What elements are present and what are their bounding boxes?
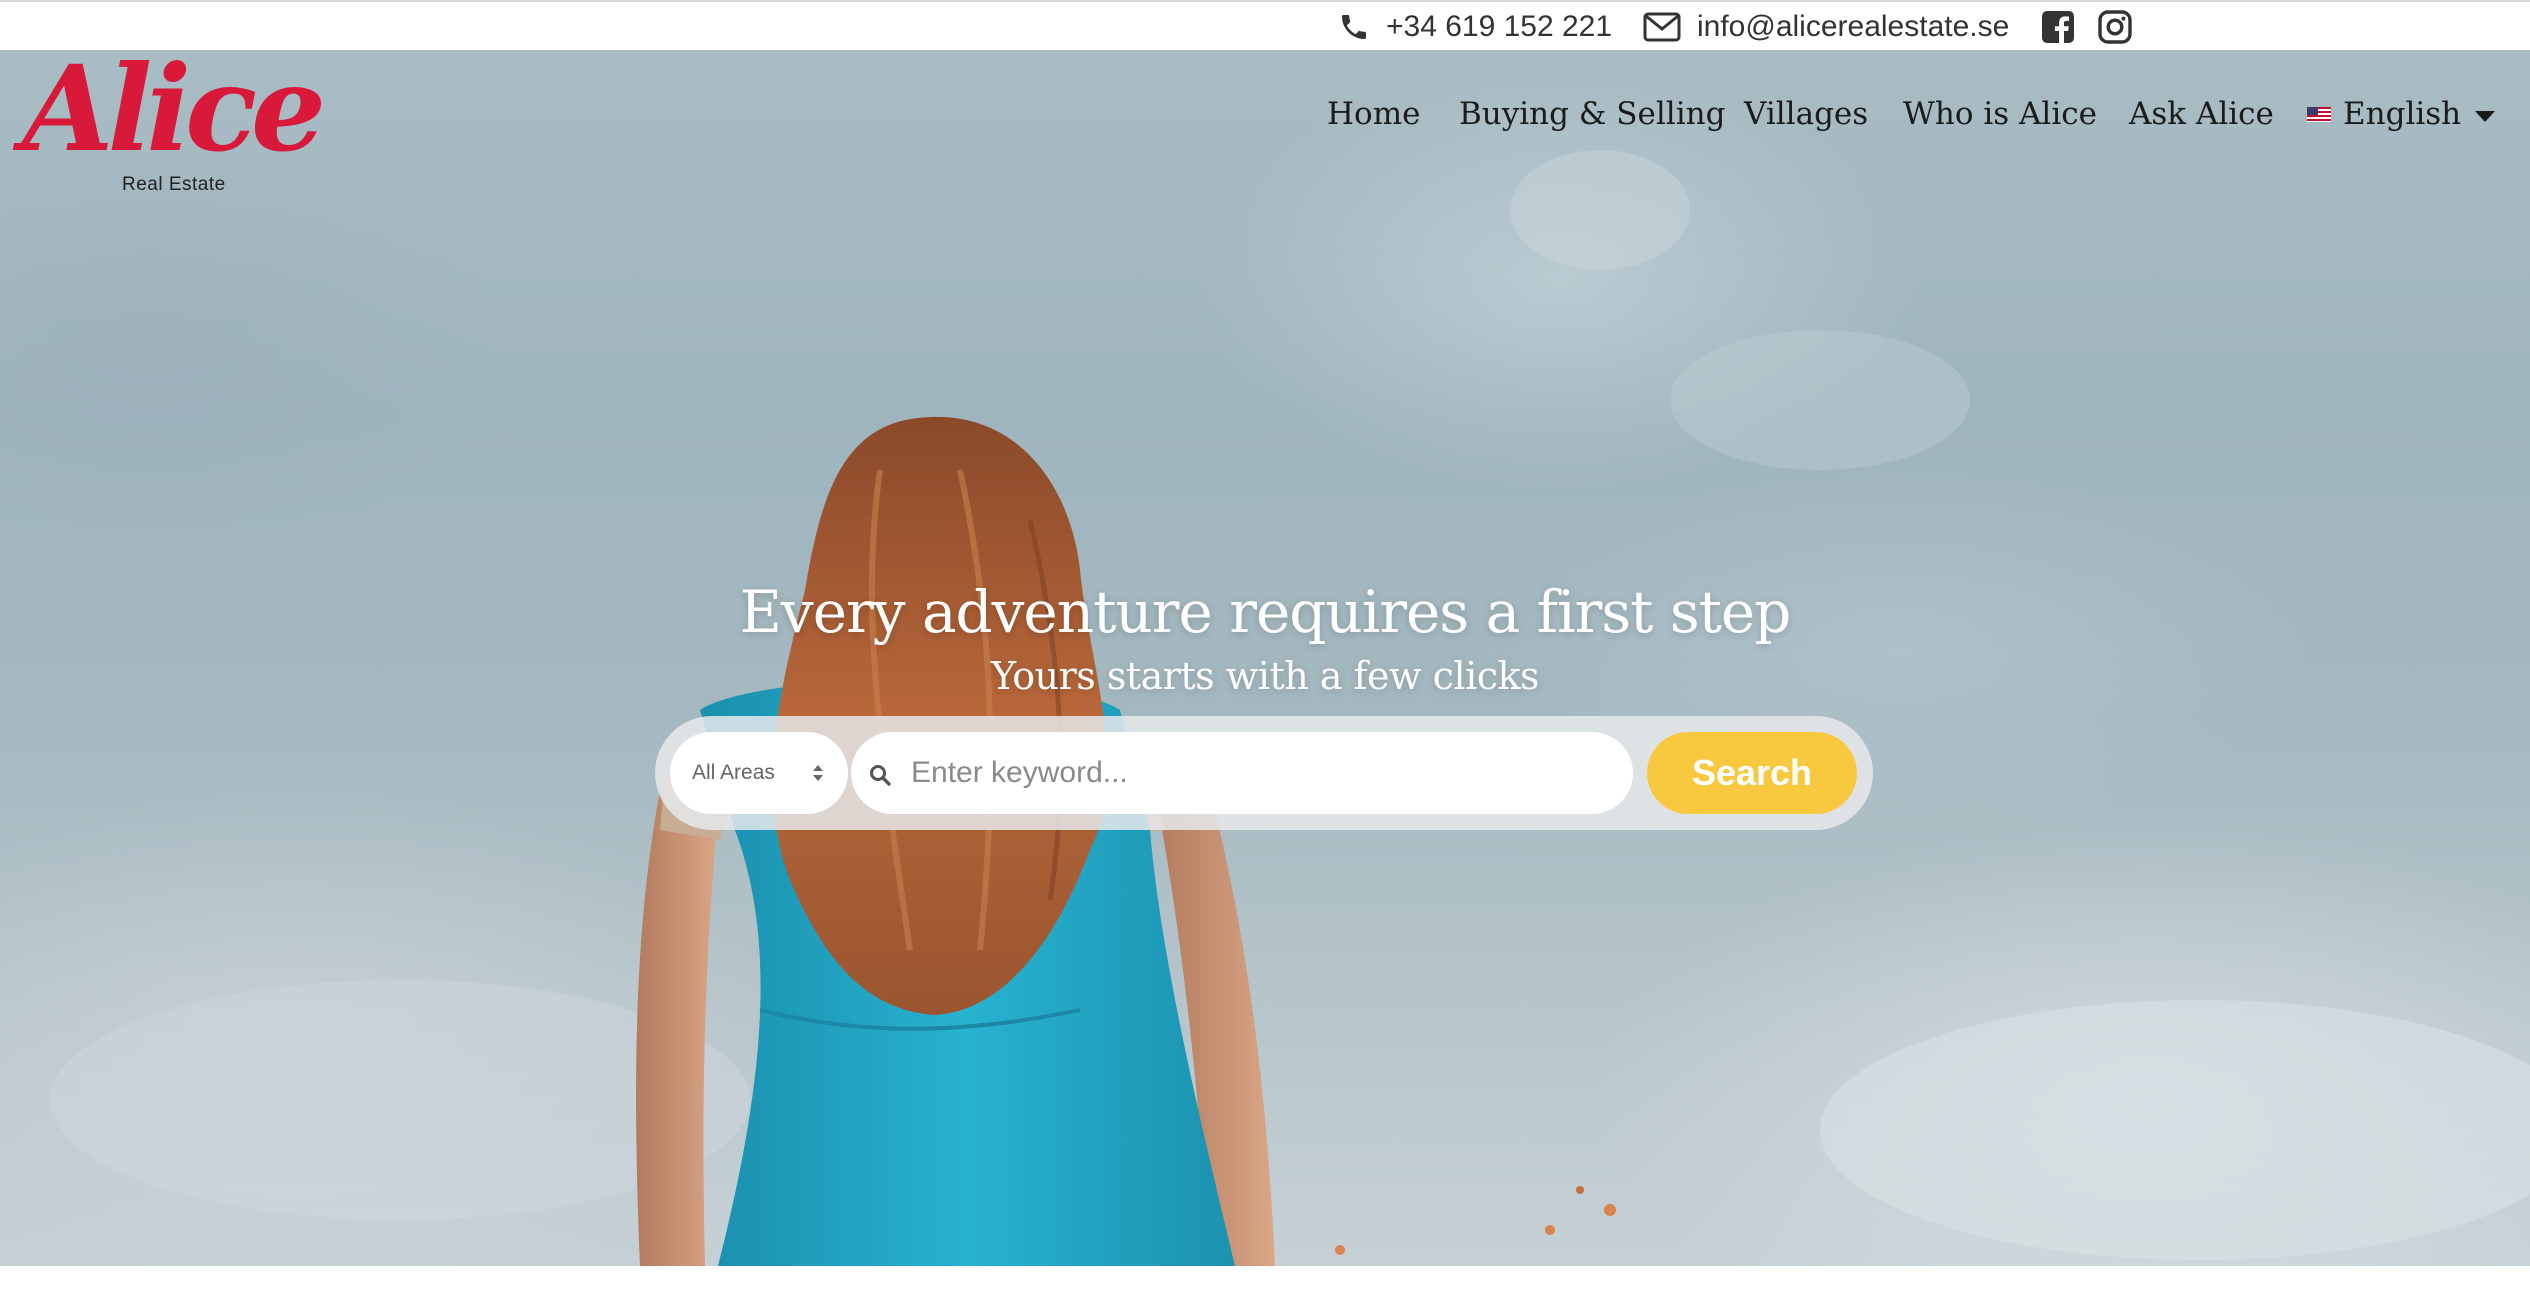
email-link[interactable]: info@alicerealestate.se: [1643, 5, 2009, 49]
search-icon: [870, 765, 891, 786]
nav-item-villages[interactable]: Villages: [1744, 96, 1868, 132]
language-label: English: [2343, 96, 2462, 132]
hero-section: Every adventure requires a first step Yo…: [0, 50, 2530, 1266]
chevron-down-icon: [2475, 110, 2496, 122]
area-select-value: All Areas: [692, 761, 775, 784]
facebook-link[interactable]: [2042, 5, 2074, 49]
phone-number: +34 619 152 221: [1386, 10, 1613, 43]
logo[interactable]: Alice Real Estate: [22, 50, 326, 200]
nav-item-home[interactable]: Home: [1327, 96, 1420, 132]
keyword-field: [851, 732, 1633, 814]
nav-item-who-is-alice[interactable]: Who is Alice: [1903, 96, 2097, 132]
nav-item-buying-selling[interactable]: Buying & Selling: [1459, 96, 1725, 132]
instagram-link[interactable]: [2098, 5, 2132, 49]
hero-title: Every adventure requires a first step: [739, 578, 1792, 646]
language-selector[interactable]: English: [2307, 96, 2496, 132]
us-flag-icon: [2307, 106, 2331, 122]
keyword-input[interactable]: [909, 732, 1609, 814]
logo-tagline: Real Estate: [122, 174, 226, 195]
area-select[interactable]: All Areas: [670, 732, 848, 814]
logo-wordmark: Alice: [22, 39, 326, 178]
envelope-icon: [1643, 12, 1681, 42]
hero-subtitle: Yours starts with a few clicks: [990, 654, 1540, 698]
select-arrows-icon: [813, 765, 823, 781]
email-address: info@alicerealestate.se: [1697, 10, 2010, 43]
search-button[interactable]: Search: [1647, 732, 1857, 814]
nav-item-ask-alice[interactable]: Ask Alice: [2129, 96, 2274, 132]
top-contact-bar: +34 619 152 221 info@alicerealestate.se: [0, 0, 2530, 50]
phone-link[interactable]: +34 619 152 221: [1338, 5, 1612, 49]
property-search-bar: All Areas Search: [655, 716, 1873, 830]
instagram-icon: [2098, 10, 2132, 44]
page-bottom-strip: [0, 1266, 2530, 1305]
facebook-icon: [2042, 11, 2074, 43]
phone-icon: [1342, 15, 1366, 39]
